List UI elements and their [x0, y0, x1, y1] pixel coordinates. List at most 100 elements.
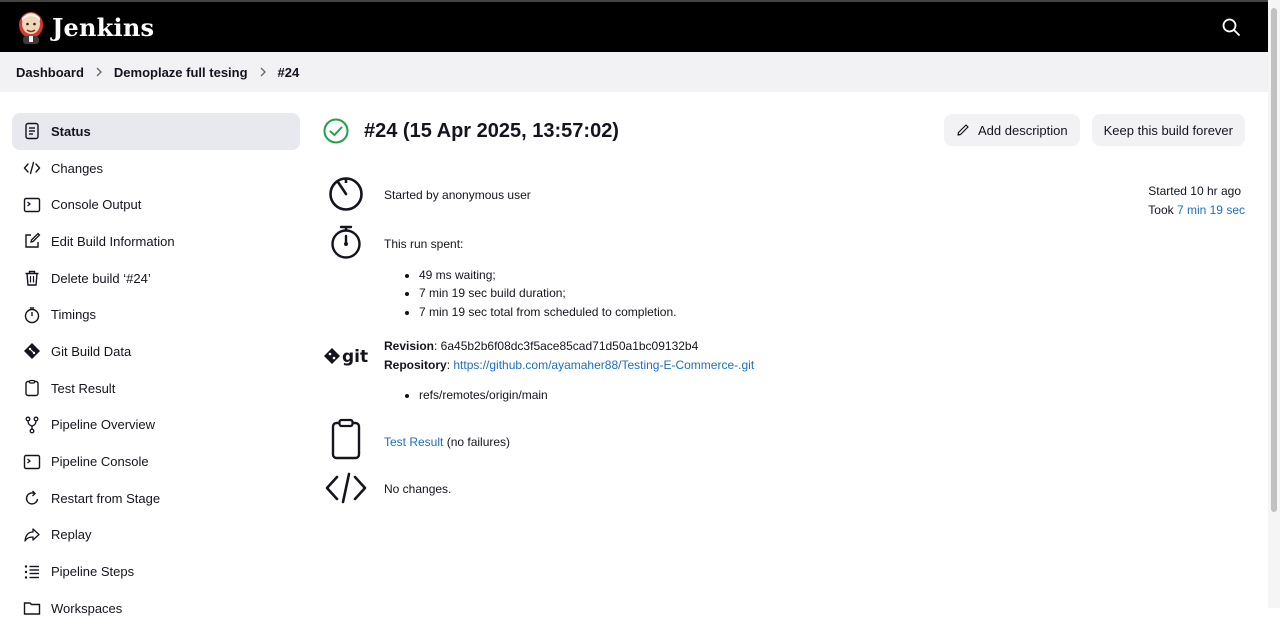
- edit-icon: [23, 232, 41, 250]
- sidebar-item-console-output[interactable]: Console Output: [12, 186, 300, 223]
- chevron-right-icon: [248, 67, 278, 77]
- trash-icon: [23, 269, 41, 287]
- took-prefix: Took: [1148, 202, 1177, 217]
- git-icon: [23, 342, 41, 360]
- sidebar-item-edit-build-information[interactable]: Edit Build Information: [12, 223, 300, 260]
- list-item: 7 min 19 sec total from scheduled to com…: [419, 303, 676, 322]
- sidebar-item-label: Test Result: [51, 380, 116, 396]
- changes-row: No changes.: [322, 472, 451, 504]
- repository-label: Repository: [384, 357, 447, 372]
- top-header: Jenkins: [0, 0, 1268, 52]
- timer-icon: [322, 174, 370, 212]
- git-info: Revision: 6a45b2b6f08dc3f5ace85cad71d50a…: [384, 336, 754, 405]
- page-scrollbar[interactable]: [1268, 0, 1280, 608]
- run-spent-row: This run spent: 49 ms waiting; 7 min 19 …: [322, 224, 676, 321]
- git-row: git Revision: 6a45b2b6f08dc3f5ace85cad71…: [322, 336, 754, 405]
- sidebar-item-pipeline-overview[interactable]: Pipeline Overview: [12, 407, 300, 444]
- test-result-row: Test Result (no failures): [322, 418, 510, 460]
- status-doc-icon: [23, 122, 41, 140]
- breadcrumb-dashboard[interactable]: Dashboard: [16, 65, 84, 80]
- keep-build-forever-label: Keep this build forever: [1103, 122, 1233, 138]
- terminal-icon: [23, 196, 41, 214]
- refs-list: refs/remotes/origin/main: [419, 386, 754, 405]
- replay-icon: [23, 526, 41, 544]
- add-description-label: Add description: [978, 122, 1068, 138]
- add-description-button[interactable]: Add description: [944, 114, 1080, 146]
- revision-value: : 6a45b2b6f08dc3f5ace85cad71d50a1bc09132…: [434, 339, 699, 353]
- sidebar-item-timings[interactable]: Timings: [12, 296, 300, 333]
- revision-line: Revision: 6a45b2b6f08dc3f5ace85cad71d50a…: [384, 337, 754, 356]
- jenkins-home-link[interactable]: Jenkins: [16, 2, 154, 52]
- sidebar-item-label: Pipeline Overview: [51, 417, 156, 433]
- took-line: Took 7 min 19 sec: [1148, 201, 1245, 220]
- clipboard-icon: [322, 418, 370, 460]
- search-icon[interactable]: [1220, 16, 1242, 38]
- sidebar-item-label: Changes: [51, 160, 104, 176]
- build-title-row: #24 (15 Apr 2025, 13:57:02) Add descript…: [322, 110, 1252, 152]
- sidebar-item-git-build-data[interactable]: Git Build Data: [12, 333, 300, 370]
- brand-name: Jenkins: [52, 12, 155, 42]
- sidebar-item-label: Console Output: [51, 197, 142, 213]
- test-result-line: Test Result (no failures): [384, 418, 510, 460]
- sidebar-item-label: Git Build Data: [51, 343, 132, 359]
- sidebar-item-replay[interactable]: Replay: [12, 517, 300, 554]
- breadcrumb-build[interactable]: #24: [278, 65, 300, 80]
- started-by-text: Started by anonymous user: [384, 188, 531, 202]
- page-title: #24 (15 Apr 2025, 13:57:02): [364, 119, 619, 142]
- clipboard-icon: [23, 379, 41, 397]
- sidebar-item-workspaces[interactable]: Workspaces: [12, 590, 300, 627]
- started-ago: Started 10 hr ago: [1148, 184, 1241, 198]
- git-wordmark: git: [342, 347, 368, 367]
- sidebar: Status Changes Console Output Edit Build…: [12, 113, 300, 627]
- run-spent-label: This run spent:: [384, 237, 464, 251]
- scrollbar-thumb[interactable]: [1271, 8, 1277, 512]
- sidebar-item-label: Pipeline Console: [51, 454, 149, 470]
- keep-build-forever-button[interactable]: Keep this build forever: [1091, 114, 1245, 146]
- started-by-row: Started by anonymous user: [322, 174, 531, 212]
- sidebar-item-pipeline-steps[interactable]: Pipeline Steps: [12, 553, 300, 590]
- test-result-link[interactable]: Test Result: [384, 435, 443, 449]
- sidebar-item-changes[interactable]: Changes: [12, 150, 300, 187]
- terminal-icon: [23, 453, 41, 471]
- no-changes-text: No changes.: [384, 482, 452, 496]
- git-logo-icon: git: [322, 336, 370, 405]
- sidebar-item-label: Restart from Stage: [51, 490, 161, 506]
- sidebar-item-status[interactable]: Status: [12, 113, 300, 150]
- sidebar-item-restart-from-stage[interactable]: Restart from Stage: [12, 480, 300, 517]
- jenkins-logo-icon: [19, 12, 43, 44]
- restart-icon: [23, 489, 41, 507]
- code-icon: [322, 472, 370, 504]
- folder-icon: [23, 599, 41, 617]
- sidebar-item-pipeline-console[interactable]: Pipeline Console: [12, 443, 300, 480]
- code-icon: [23, 159, 41, 177]
- breadcrumb: Dashboard Demoplaze full tesing #24: [0, 52, 1268, 92]
- list-item: 49 ms waiting;: [419, 266, 676, 285]
- revision-label: Revision: [384, 339, 435, 353]
- sidebar-item-test-result[interactable]: Test Result: [12, 370, 300, 407]
- sidebar-item-delete-build[interactable]: Delete build ‘#24’: [12, 260, 300, 297]
- test-result-suffix: (no failures): [443, 435, 511, 449]
- breadcrumb-job[interactable]: Demoplaze full tesing: [114, 65, 248, 80]
- sidebar-item-label: Timings: [51, 307, 97, 323]
- run-spent-block: This run spent: 49 ms waiting; 7 min 19 …: [384, 224, 676, 321]
- took-duration-link[interactable]: 7 min 19 sec: [1177, 203, 1245, 217]
- stopwatch-icon: [23, 306, 41, 324]
- sidebar-item-label: Delete build ‘#24’: [51, 270, 151, 286]
- stopwatch-icon: [322, 224, 370, 321]
- list-icon: [23, 563, 41, 581]
- success-check-icon: [323, 118, 349, 144]
- sidebar-item-label: Edit Build Information: [51, 233, 175, 249]
- sidebar-item-label: Replay: [51, 527, 92, 543]
- sidebar-item-label: Pipeline Steps: [51, 564, 135, 580]
- chevron-right-icon: [84, 67, 114, 77]
- sidebar-item-label: Status: [51, 123, 91, 139]
- pencil-icon: [957, 124, 969, 136]
- list-item: 7 min 19 sec build duration;: [419, 284, 676, 303]
- repository-line: Repository: https://github.com/ayamaher8…: [384, 356, 754, 375]
- main-content: #24 (15 Apr 2025, 13:57:02) Add descript…: [322, 110, 1252, 504]
- repository-link[interactable]: https://github.com/ayamaher88/Testing-E-…: [453, 358, 754, 372]
- sidebar-item-label: Workspaces: [51, 600, 123, 616]
- build-timing-info: Started 10 hr ago Took 7 min 19 sec: [1148, 182, 1245, 219]
- list-item: refs/remotes/origin/main: [419, 386, 754, 405]
- branch-icon: [23, 416, 41, 434]
